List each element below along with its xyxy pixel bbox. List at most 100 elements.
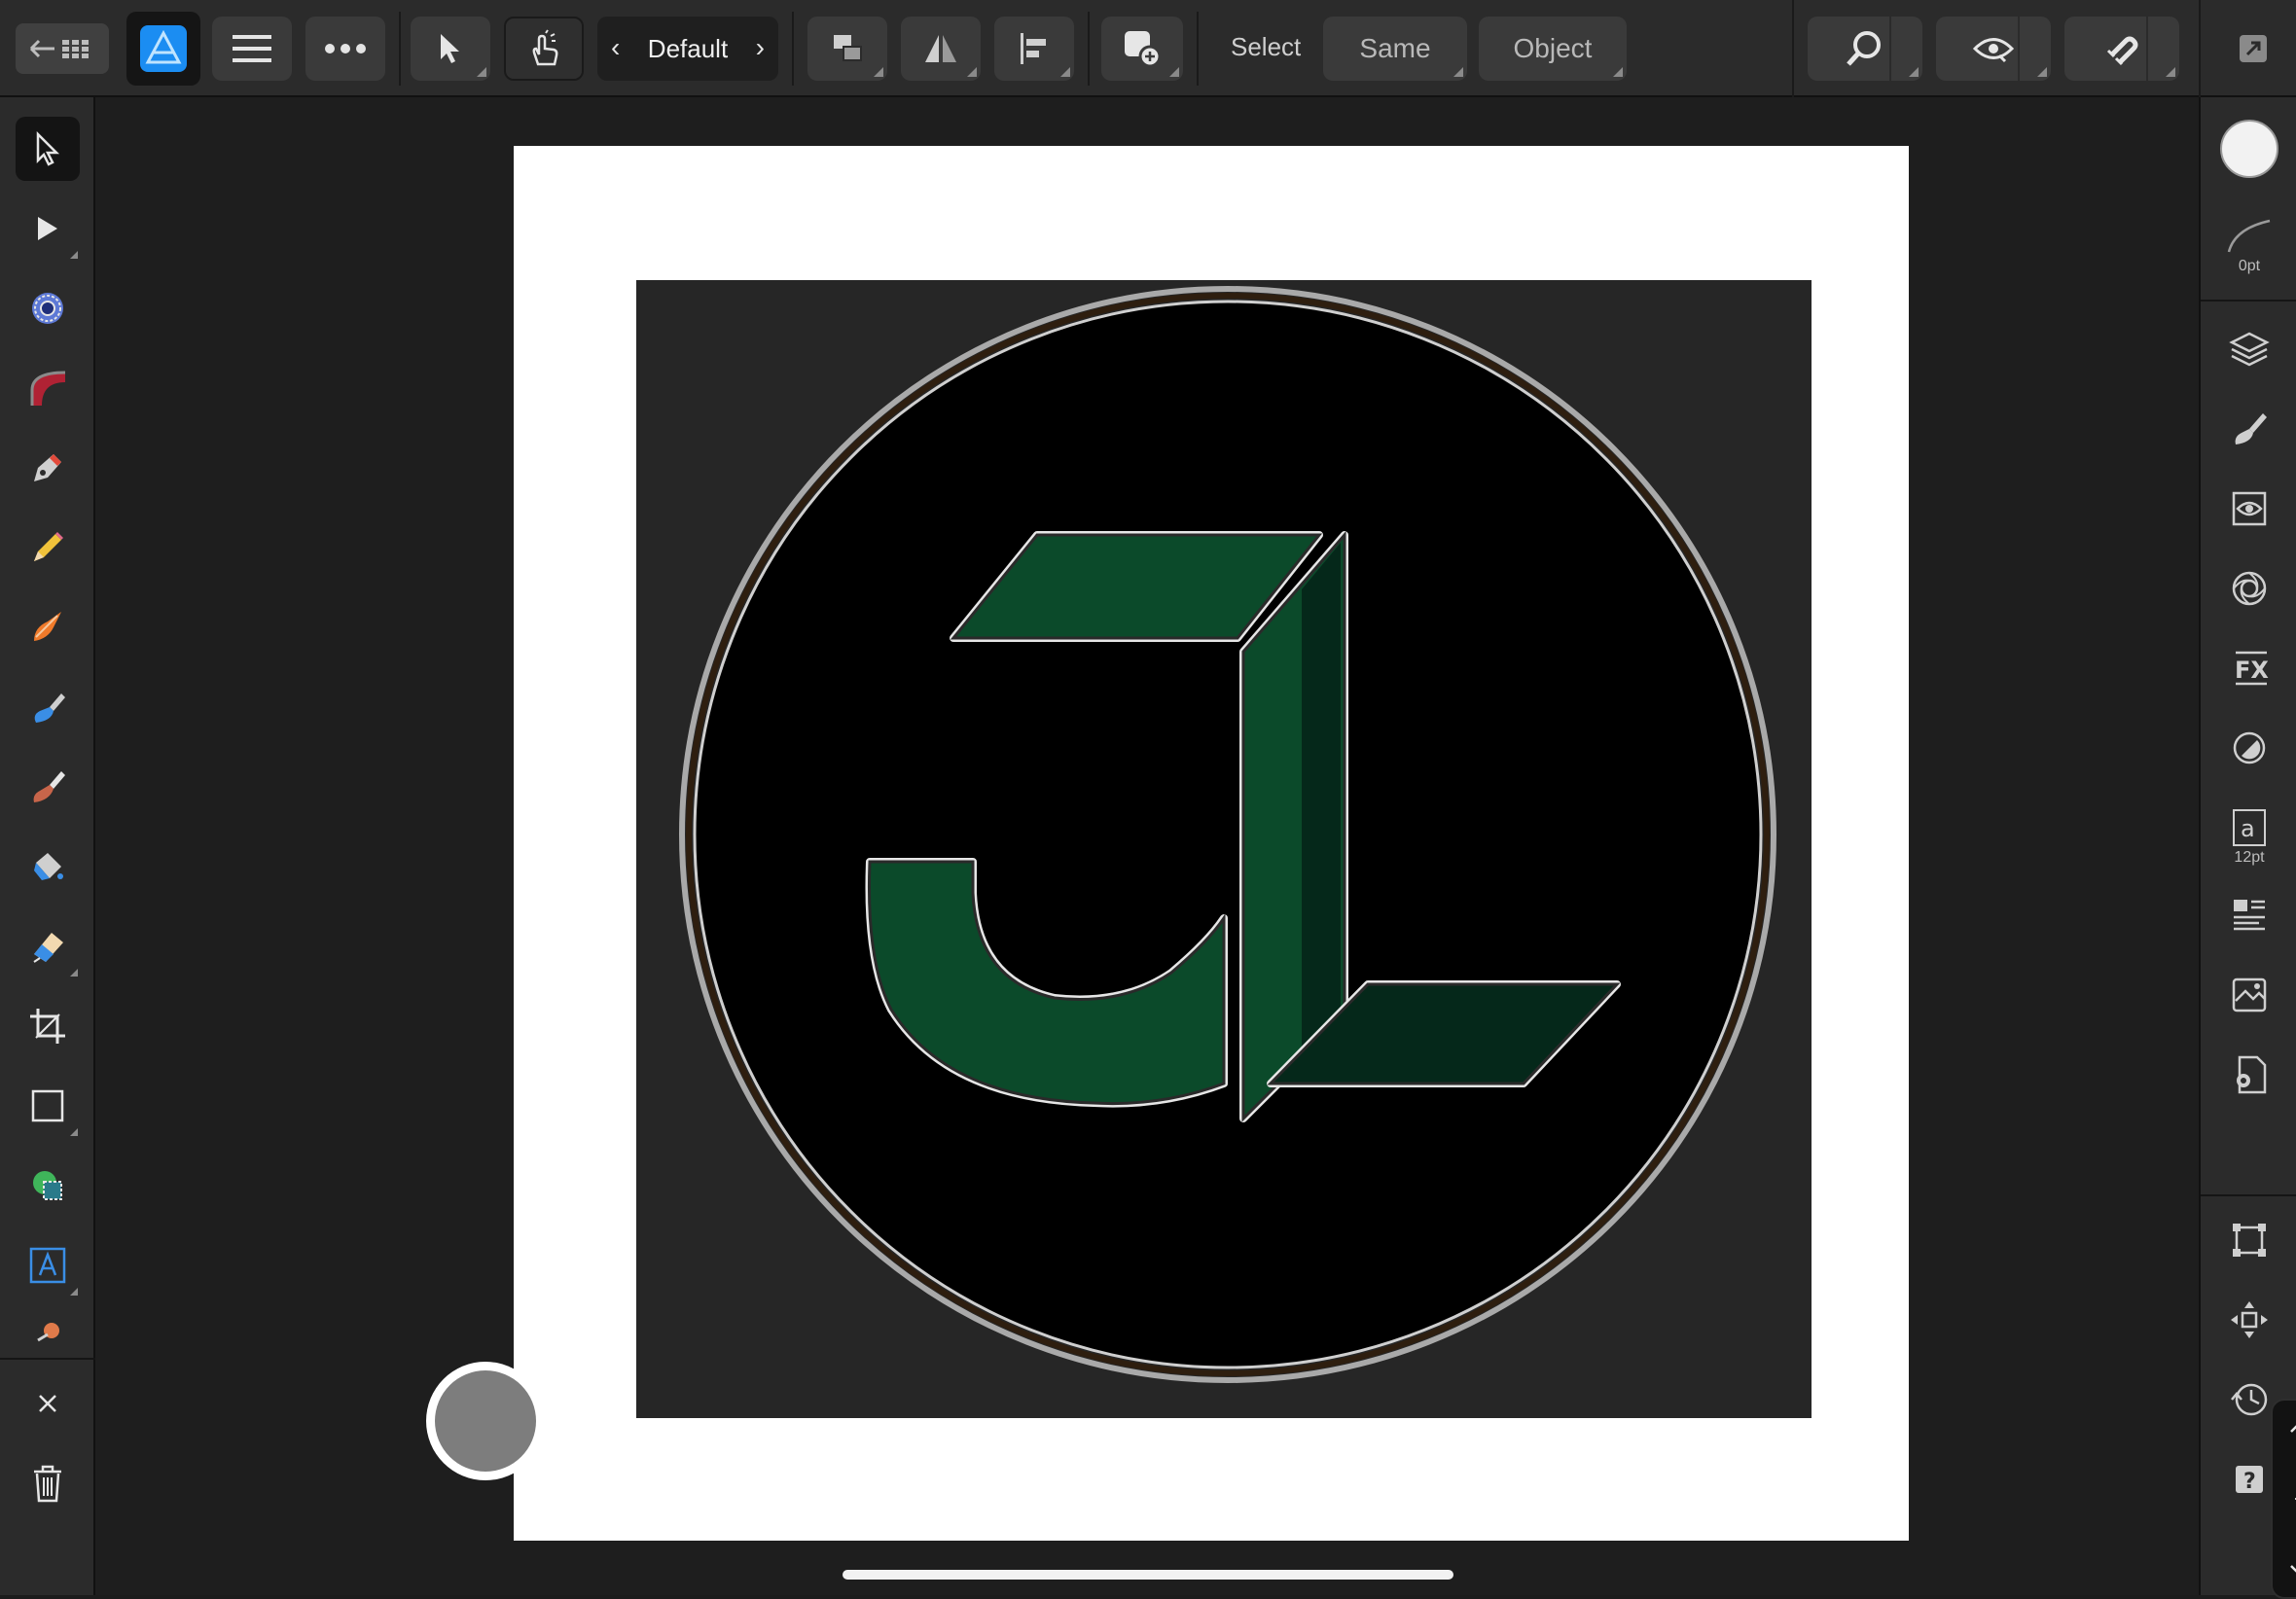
hamburger-icon xyxy=(233,35,271,62)
persona-designer-button[interactable] xyxy=(126,12,200,86)
rectangle-icon xyxy=(31,1089,64,1122)
fill-color-swatch[interactable] xyxy=(2217,117,2281,181)
corner-curve-icon xyxy=(30,371,66,406)
paint-brush-tool[interactable] xyxy=(16,755,80,819)
back-grid-icon xyxy=(29,39,89,58)
preset-prev-icon[interactable]: ‹ xyxy=(611,32,620,63)
resize-window-button[interactable] xyxy=(2224,17,2282,81)
text-style-icon: a xyxy=(2233,809,2266,846)
select-same-label: Same xyxy=(1359,33,1431,63)
crop-icon xyxy=(30,1009,65,1044)
touch-modifier-button[interactable] xyxy=(504,17,584,81)
rectangle-tool[interactable] xyxy=(16,1074,80,1138)
appearance-icon xyxy=(2232,491,2267,526)
arrow-cursor-icon xyxy=(36,131,60,166)
toolbar-divider xyxy=(399,12,401,86)
select-label: Select xyxy=(1231,32,1302,61)
brushes-studio-button[interactable] xyxy=(2217,397,2281,461)
node-tool[interactable] xyxy=(16,196,80,261)
transparency-bucket-icon xyxy=(34,853,63,880)
page-navigator[interactable]: 1 3 xyxy=(2271,1399,2296,1599)
insert-button[interactable] xyxy=(1101,17,1183,81)
history-icon xyxy=(2231,1383,2268,1416)
menu-button[interactable] xyxy=(212,17,292,81)
zoom-button[interactable] xyxy=(1808,17,1922,81)
text-style-studio-button[interactable]: a 12pt xyxy=(2217,796,2281,879)
delete-button[interactable] xyxy=(16,1451,80,1515)
text-tool[interactable] xyxy=(16,1233,80,1297)
view-mode-button[interactable] xyxy=(1936,17,2051,81)
stroke-width-label: 0pt xyxy=(2238,258,2261,274)
font-size-label: 12pt xyxy=(2234,849,2265,866)
color-wheel-icon xyxy=(2232,571,2267,606)
align-button[interactable] xyxy=(994,17,1074,81)
document-settings-button[interactable] xyxy=(2217,1043,2281,1107)
stroke-width-control[interactable]: 0pt xyxy=(2217,204,2281,288)
effects-studio-button[interactable]: FX xyxy=(2217,636,2281,700)
toolbar-divider xyxy=(792,12,794,86)
home-indicator[interactable] xyxy=(843,1570,1453,1580)
view-mode-icon xyxy=(1972,38,2015,63)
snapping-button[interactable] xyxy=(2064,17,2179,81)
pen-nib-icon xyxy=(34,454,61,481)
document-page[interactable]: 1 3 xyxy=(514,146,2296,1599)
touch-hand-icon xyxy=(532,29,558,66)
radial-tool[interactable] xyxy=(16,276,80,340)
artboard[interactable]: 1 3 xyxy=(636,280,2296,1599)
move-handles-icon xyxy=(2231,1301,2268,1338)
select-same-button[interactable]: Same xyxy=(1323,17,1467,81)
pencil-tool[interactable] xyxy=(16,515,80,580)
help-icon: ? xyxy=(2236,1466,2263,1494)
fx-icon: FX xyxy=(2235,651,2269,686)
close-icon xyxy=(39,1395,56,1412)
adjustments-studio-button[interactable] xyxy=(2217,716,2281,780)
pen-tool[interactable] xyxy=(16,436,80,500)
eraser-icon xyxy=(33,933,63,963)
layers-studio-button[interactable] xyxy=(2217,317,2281,381)
close-button[interactable] xyxy=(16,1371,80,1436)
chevron-up-icon[interactable] xyxy=(2289,1420,2296,1434)
zoom-icon xyxy=(1847,31,1881,66)
shape-builder-icon xyxy=(33,1171,62,1200)
fill-gradient-icon xyxy=(34,693,65,723)
appearance-studio-button[interactable] xyxy=(2217,477,2281,541)
l-vertical-shade xyxy=(1302,543,1341,1058)
canvas-area[interactable]: 1 3 xyxy=(97,99,2296,1599)
adjustments-icon xyxy=(2233,731,2266,764)
flip-icon xyxy=(925,35,956,62)
move-tool[interactable] xyxy=(16,117,80,181)
toolbar-divider xyxy=(1088,12,1090,86)
toolbar-divider xyxy=(2199,0,2201,97)
navigator-studio-button[interactable] xyxy=(2217,1288,2281,1352)
vector-brush-tool[interactable] xyxy=(16,595,80,659)
eraser-tool[interactable] xyxy=(16,914,80,978)
logo-circle-body xyxy=(693,300,1763,1369)
shape-builder-tool[interactable] xyxy=(16,1154,80,1218)
select-object-button[interactable]: Object xyxy=(1479,17,1627,81)
pointer-icon xyxy=(441,34,459,63)
more-tools[interactable] xyxy=(16,1309,80,1344)
preset-next-icon[interactable]: › xyxy=(756,32,765,63)
move-mode-button[interactable] xyxy=(411,17,490,81)
text-frame-studio-button[interactable] xyxy=(2217,883,2281,947)
flip-button[interactable] xyxy=(901,17,981,81)
more-button[interactable] xyxy=(305,17,385,81)
preset-switcher[interactable]: ‹ Default › xyxy=(597,17,778,81)
modifier-controller-inner xyxy=(435,1370,536,1472)
studio-panel: 0pt FX a 12pt ? xyxy=(2199,97,2296,1595)
assets-studio-button[interactable] xyxy=(2217,963,2281,1027)
back-to-documents-button[interactable] xyxy=(16,23,109,74)
jl-logo-artwork[interactable] xyxy=(636,280,1812,1418)
modifier-controller-button[interactable] xyxy=(426,1362,545,1480)
layers-icon xyxy=(2229,332,2270,367)
fill-tool[interactable] xyxy=(16,675,80,739)
transform-studio-button[interactable] xyxy=(2217,1208,2281,1272)
studio-divider xyxy=(2201,300,2296,302)
crop-tool[interactable] xyxy=(16,994,80,1058)
chevron-down-icon[interactable] xyxy=(2289,1564,2296,1578)
align-icon xyxy=(1021,33,1046,64)
color-studio-button[interactable] xyxy=(2217,556,2281,621)
corner-tool[interactable] xyxy=(16,356,80,420)
transparency-tool[interactable] xyxy=(16,835,80,899)
arrange-button[interactable] xyxy=(807,17,887,81)
